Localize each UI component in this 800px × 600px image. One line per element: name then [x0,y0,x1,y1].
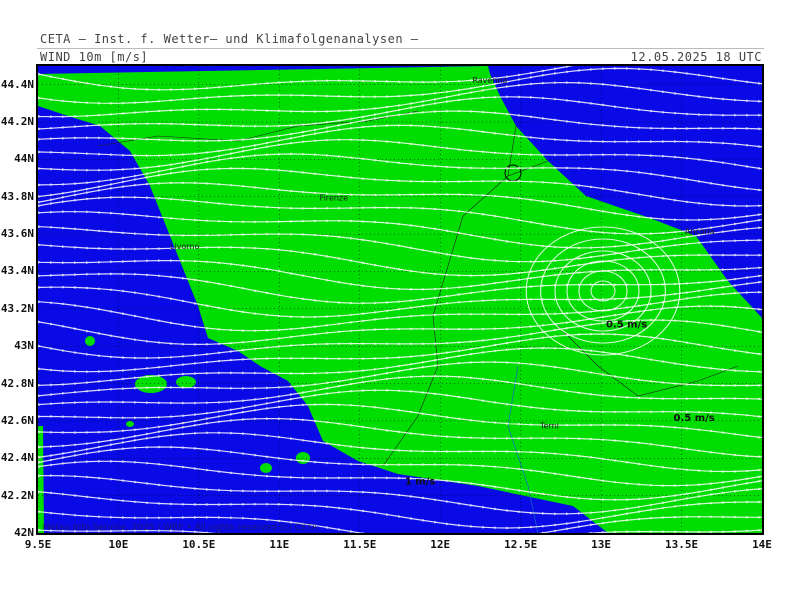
variable-label: WIND 10m [m/s] [40,50,149,64]
chart-title: CETA – Inst. f. Wetter– und Klimafolgena… [40,32,419,46]
lon-tick-label: 12E [430,538,451,551]
lon-tick-label: 14E [752,538,772,551]
lat-tick-label: 43.8N [0,189,34,203]
lat-tick-label: 42.8N [0,376,34,390]
lat-tick-label: 44.2N [0,115,34,129]
lon-tick-label: 11.5E [343,538,377,551]
lon-tick-label: 13E [591,538,612,551]
lon-tick-label: 10.5E [182,538,216,551]
island [126,421,134,427]
island [176,376,196,388]
lon-tick-label: 12.5E [504,538,538,551]
lat-tick-label: 43.2N [0,301,34,315]
city-label: Livorno [170,242,200,251]
valid-time: 12.05.2025 18 UTC [630,50,762,64]
lat-tick-label: 43.6N [0,227,34,241]
city-label: Firenze [320,193,349,202]
lon-tick-label: 13.5E [664,538,699,551]
lon-tick-label: 9.5E [24,538,52,551]
map-canvas: Ravenna Firenze Livorno Ancona Terni 0.5 m/s… [38,66,762,533]
corsica-edge [38,426,44,533]
speed-reference-label: 0.5 m/s [674,413,715,424]
lat-tick-label: 43.4N [0,264,34,278]
credit-text: Meteo Info Service, 2025 / WRF • All rig… [42,523,318,533]
city-label: Terni [539,421,559,430]
lat-tick-label: 42.2N [0,488,34,502]
city-label: Ancona [685,227,715,236]
lat-tick-label: 44N [14,152,34,166]
city-label: Ravenna [472,76,507,85]
island [260,463,272,473]
lat-tick-label: 42.4N [0,451,34,465]
wind-map: Ravenna Firenze Livorno Ancona Terni 0.5 m/s… [36,64,764,535]
title-divider [37,48,764,49]
speed-reference-label: 0.5 m/s [606,320,647,331]
lon-tick-label: 10E [108,538,129,551]
lat-tick-label: 44.4N [0,77,34,91]
lon-tick-label: 11E [269,538,290,551]
lat-tick-label: 43N [14,339,34,353]
lat-tick-label: 42.6N [0,413,34,427]
speed-reference-label: 1 m/s [405,476,436,487]
island [85,336,95,346]
island [296,452,310,464]
